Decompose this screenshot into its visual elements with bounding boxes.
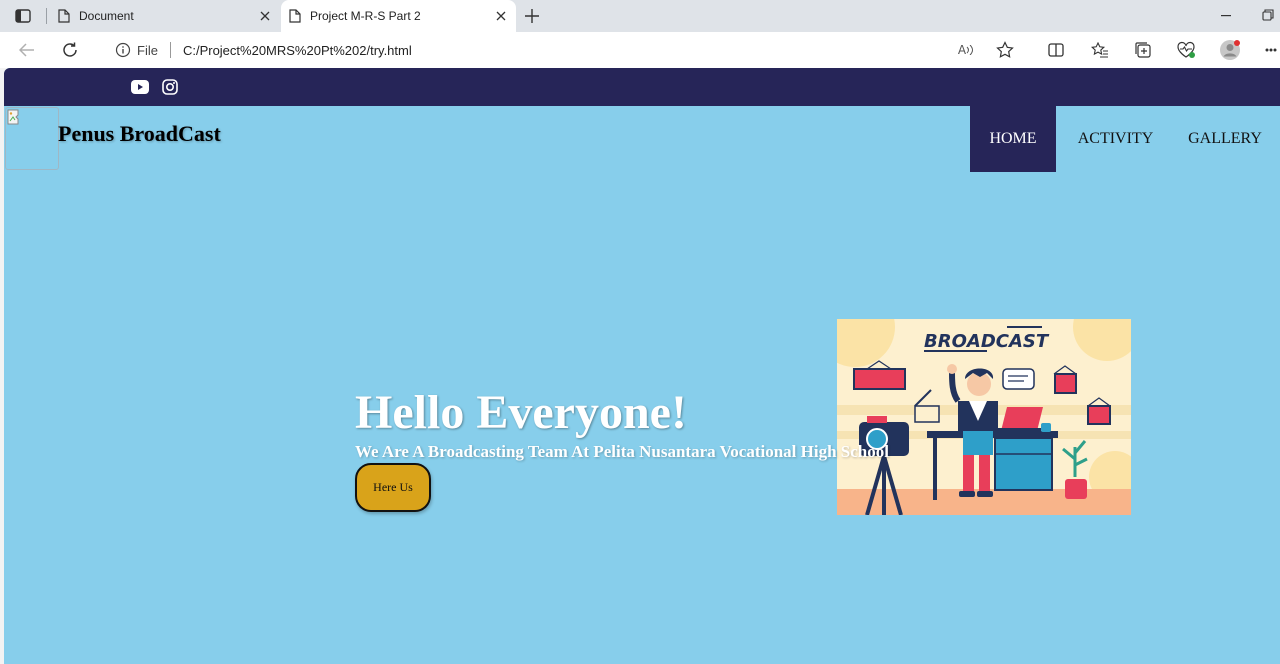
main-nav: HOME ACTIVITY GALLERY	[970, 106, 1280, 172]
nav-home[interactable]: HOME	[970, 106, 1056, 172]
scheme-label: File	[137, 42, 158, 58]
minimize-icon	[1221, 15, 1231, 17]
favorites-button[interactable]	[1089, 40, 1111, 60]
collections-icon	[1135, 42, 1151, 58]
tab-separator	[46, 8, 47, 24]
read-aloud-button[interactable]: A	[955, 40, 977, 60]
read-aloud-icon: A	[957, 43, 967, 57]
browser-essentials-icon	[1177, 41, 1195, 58]
arrow-left-icon	[19, 43, 34, 57]
tab-document[interactable]: Document	[50, 0, 280, 32]
address-field[interactable]: File C:/Project%20MRS%20Pt%202/try.html	[98, 36, 1028, 64]
nav-gallery[interactable]: GALLERY	[1170, 106, 1280, 172]
more-icon	[1265, 48, 1277, 52]
restore-button[interactable]	[1262, 8, 1280, 24]
split-screen-icon	[1048, 43, 1064, 57]
tab-actions-icon	[15, 9, 31, 23]
instagram-icon	[162, 79, 178, 95]
more-button[interactable]	[1262, 40, 1280, 60]
tab-actions-button[interactable]	[8, 3, 38, 29]
favorites-list-icon	[1091, 42, 1108, 58]
profile-avatar-icon	[1220, 40, 1240, 60]
split-screen-button[interactable]	[1045, 40, 1067, 60]
here-us-button[interactable]: Here Us	[355, 463, 431, 512]
tab-title: Document	[79, 9, 134, 23]
info-icon[interactable]	[115, 42, 131, 58]
address-toolbar: File C:/Project%20MRS%20Pt%202/try.html …	[0, 32, 1280, 68]
broadcast-illustration: BROADCAST	[837, 319, 1131, 515]
illustration-heading: BROADCAST	[924, 331, 1050, 352]
collections-button[interactable]	[1132, 40, 1154, 60]
refresh-button[interactable]	[57, 38, 83, 62]
url-text[interactable]: C:/Project%20MRS%20Pt%202/try.html	[183, 43, 412, 58]
plus-icon	[525, 9, 539, 23]
brand-name[interactable]: Penus BroadCast	[58, 121, 221, 147]
tab-strip: Document Project M-R-S Part 2	[0, 0, 1280, 32]
minimize-button[interactable]	[1216, 8, 1236, 24]
broken-image-icon	[7, 109, 19, 125]
refresh-icon	[63, 42, 77, 57]
tab-title: Project M-R-S Part 2	[310, 9, 421, 23]
url-divider	[169, 42, 171, 58]
top-social-strip	[4, 68, 1280, 106]
browser-essentials-button[interactable]	[1175, 40, 1197, 60]
youtube-link[interactable]	[131, 78, 149, 96]
hero-subtitle: We Are A Broadcasting Team At Pelita Nus…	[355, 442, 889, 461]
tab-project[interactable]: Project M-R-S Part 2	[281, 0, 516, 32]
close-icon	[260, 11, 270, 21]
close-tab-button[interactable]	[256, 7, 274, 25]
restore-icon	[1262, 9, 1274, 21]
hero-title: Hello Everyone!	[355, 386, 687, 439]
star-icon	[996, 41, 1014, 58]
new-tab-button[interactable]	[521, 5, 543, 27]
nav-activity[interactable]: ACTIVITY	[1061, 106, 1170, 172]
document-icon	[58, 9, 70, 23]
youtube-icon	[131, 80, 149, 94]
sound-wave-icon	[966, 45, 974, 55]
page-viewport: Penus BroadCast HOME ACTIVITY GALLERY He…	[4, 68, 1280, 664]
close-tab-button[interactable]	[492, 7, 510, 25]
logo-image-broken	[5, 107, 59, 170]
favorite-button[interactable]	[994, 40, 1016, 60]
close-icon	[496, 11, 506, 21]
profile-button[interactable]	[1219, 40, 1241, 60]
instagram-link[interactable]	[161, 78, 179, 96]
broadcast-scene-image: BROADCAST	[837, 319, 1131, 515]
back-button[interactable]	[14, 38, 40, 62]
document-icon	[289, 9, 301, 23]
